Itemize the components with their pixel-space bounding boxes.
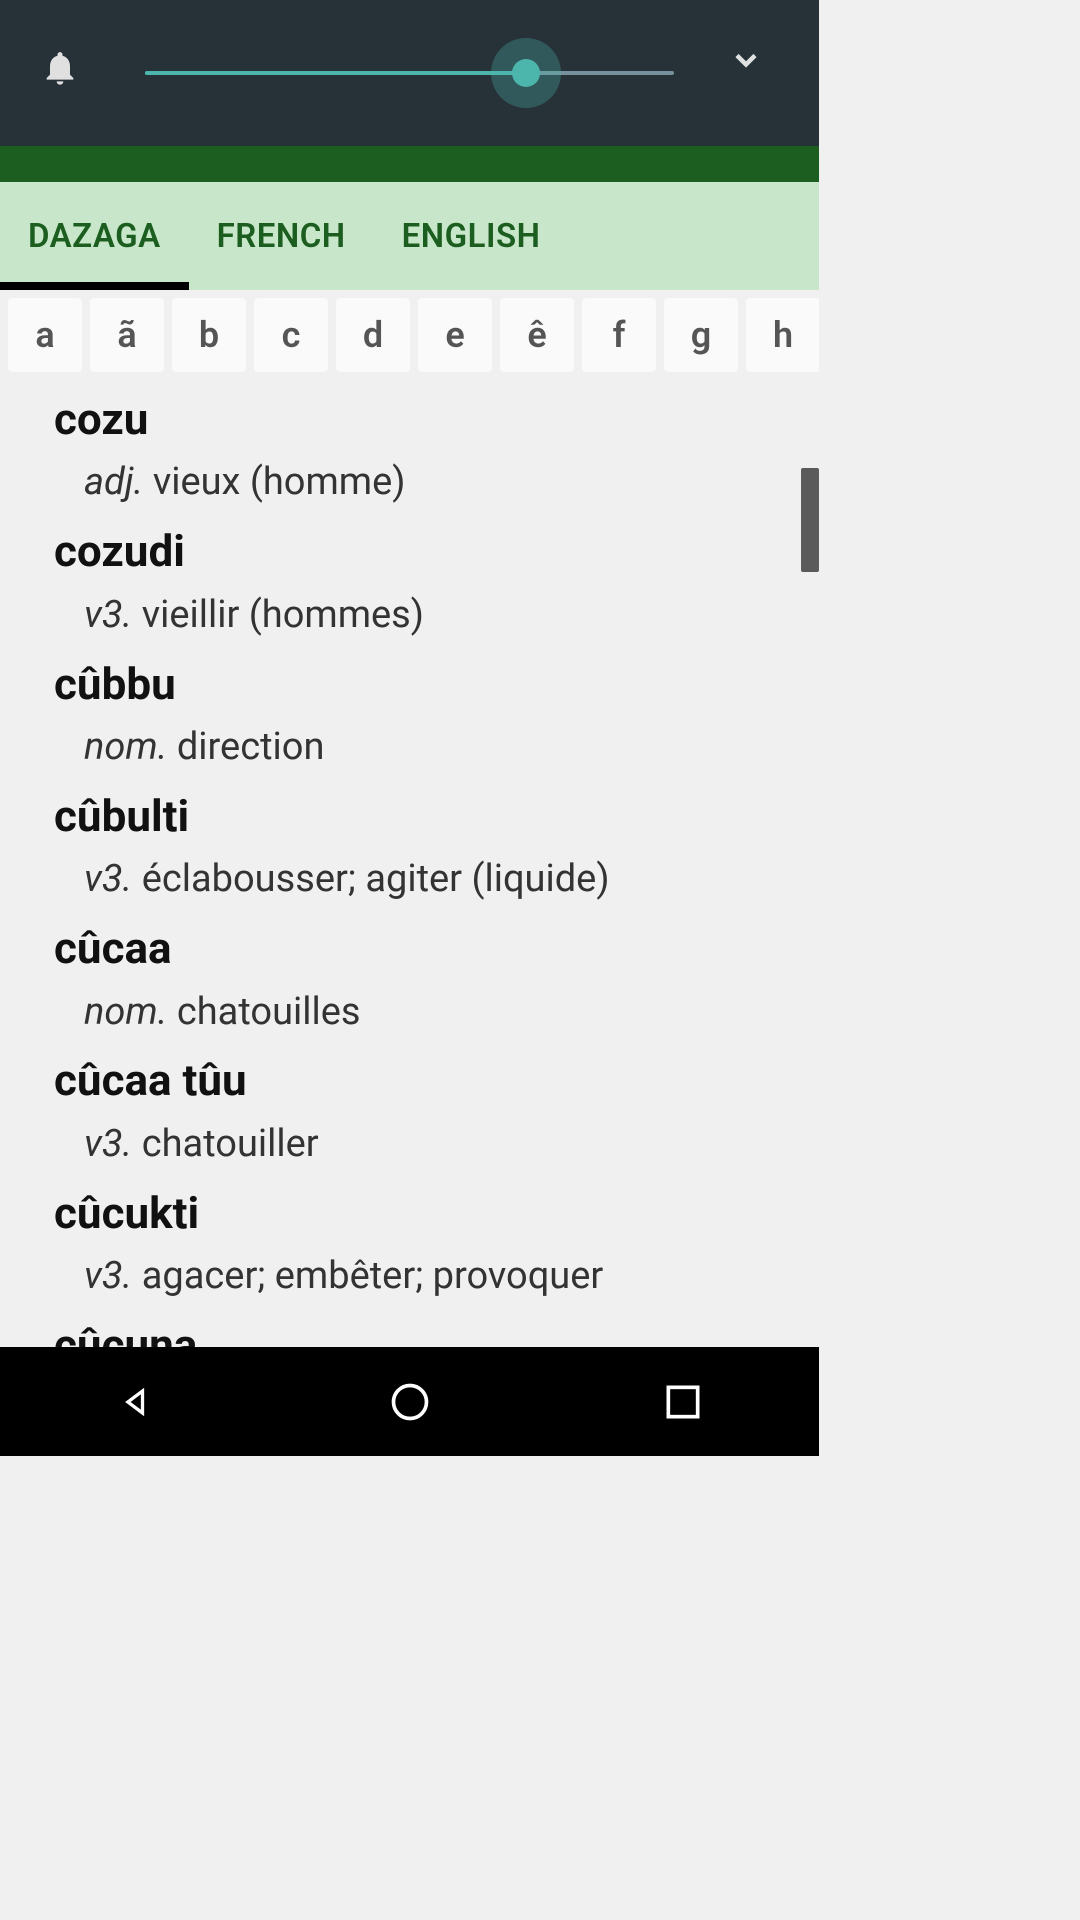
scrollbar-thumb[interactable] [801, 468, 819, 572]
entry-definition: adj. vieux (homme) [54, 449, 819, 512]
tab-english[interactable]: ENGLISH [374, 182, 569, 290]
language-tabs: DAZAGA FRENCH ENGLISH [0, 182, 819, 290]
entry-word: cozu [54, 390, 819, 449]
entry-pos: v3. [84, 1254, 132, 1298]
entry-word: cozudi [54, 522, 819, 581]
dictionary-list[interactable]: cozu adj. vieux (homme) cozudi v3. vieil… [0, 380, 819, 1438]
entry-word: cûbulti [54, 787, 819, 846]
list-item[interactable]: cûbbu nom. direction [54, 655, 819, 777]
slider-thumb[interactable] [512, 59, 540, 87]
entry-meaning: chatouiller [142, 1122, 319, 1166]
letter-h[interactable]: h [746, 298, 819, 372]
android-nav-bar [0, 1347, 819, 1456]
list-item[interactable]: cûcukti v3. agacer; embêter; provoquer [54, 1184, 819, 1306]
list-item[interactable]: cûbulti v3. éclabousser; agiter (liquide… [54, 787, 819, 909]
letter-a[interactable]: a [8, 298, 82, 372]
letter-e-circ[interactable]: ê [500, 298, 574, 372]
entry-word: cûbbu [54, 655, 819, 714]
entry-meaning: éclabousser; agiter (liquide) [142, 857, 610, 901]
entry-word: cûcaa [54, 919, 819, 978]
entry-meaning: vieux (homme) [153, 460, 406, 504]
slider-fill [145, 71, 526, 75]
entry-pos: v3. [84, 1122, 132, 1166]
home-icon[interactable] [388, 1380, 432, 1424]
entry-pos: nom. [84, 725, 167, 769]
list-item[interactable]: cûcaa nom. chatouilles [54, 919, 819, 1041]
letter-d[interactable]: d [336, 298, 410, 372]
entry-definition: nom. direction [54, 714, 819, 777]
entry-meaning: chatouilles [177, 990, 361, 1034]
entry-meaning: direction [177, 725, 325, 769]
entry-pos: nom. [84, 990, 167, 1034]
status-bar [0, 0, 819, 146]
entry-pos: v3. [84, 857, 132, 901]
alphabet-bar: a ã b c d e ê f g h [0, 290, 819, 380]
expand-panel-icon[interactable] [728, 42, 764, 78]
entry-meaning: vieillir (hommes) [142, 593, 424, 637]
entry-definition: v3. chatouiller [54, 1111, 819, 1174]
letter-g[interactable]: g [664, 298, 738, 372]
entry-pos: adj. [84, 460, 143, 504]
letter-b[interactable]: b [172, 298, 246, 372]
entry-definition: v3. agacer; embêter; provoquer [54, 1243, 819, 1306]
bell-icon [40, 48, 80, 98]
back-icon[interactable] [115, 1380, 159, 1424]
list-item[interactable]: cozu adj. vieux (homme) [54, 390, 819, 512]
entry-pos: v3. [84, 593, 132, 637]
list-item[interactable]: cûcaa tûu v3. chatouiller [54, 1051, 819, 1173]
recents-icon[interactable] [661, 1380, 705, 1424]
entry-word: cûcaa tûu [54, 1051, 819, 1110]
letter-e[interactable]: e [418, 298, 492, 372]
entry-meaning: agacer; embêter; provoquer [142, 1254, 604, 1298]
tab-french[interactable]: FRENCH [189, 182, 374, 290]
entry-definition: v3. vieillir (hommes) [54, 582, 819, 645]
letter-f[interactable]: f [582, 298, 656, 372]
entry-definition: v3. éclabousser; agiter (liquide) [54, 846, 819, 909]
entry-definition: nom. chatouilles [54, 979, 819, 1042]
app-bar [0, 146, 819, 182]
tab-dazaga[interactable]: DAZAGA [0, 182, 189, 290]
brightness-slider[interactable] [145, 71, 674, 75]
entry-word: cûcukti [54, 1184, 819, 1243]
list-item[interactable]: cozudi v3. vieillir (hommes) [54, 522, 819, 644]
letter-c[interactable]: c [254, 298, 328, 372]
letter-a-tilde[interactable]: ã [90, 298, 164, 372]
